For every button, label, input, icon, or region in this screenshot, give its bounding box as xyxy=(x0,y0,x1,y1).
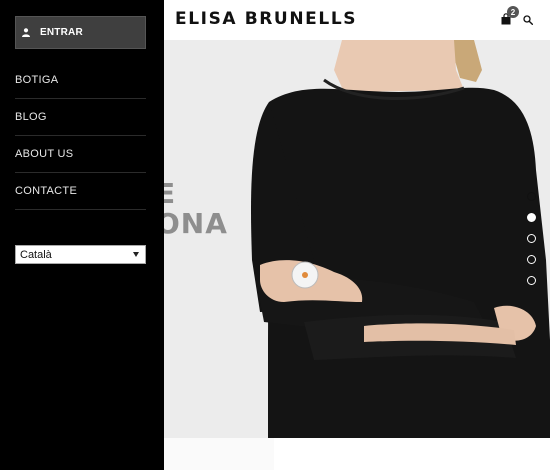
nav-item-blog[interactable]: BLOG xyxy=(15,99,146,136)
user-icon xyxy=(22,28,30,37)
hero-headline-line2: ONA xyxy=(164,207,228,240)
chevron-down-icon xyxy=(133,252,139,257)
slider-dot-1[interactable] xyxy=(527,192,536,201)
site-header: ELISA BRUNELLS 2 xyxy=(164,0,550,40)
slider-dot-5[interactable] xyxy=(527,276,536,285)
slider-dot-2[interactable] xyxy=(527,213,536,222)
main-nav: BOTIGA BLOG ABOUT US CONTACTE xyxy=(15,62,146,210)
language-select[interactable]: Català xyxy=(15,245,146,264)
content-band xyxy=(164,438,274,470)
hero-headline-line1: E xyxy=(164,177,177,210)
hero-headline: E ONA xyxy=(164,180,228,238)
cart-count-badge[interactable]: 2 xyxy=(507,6,519,18)
language-value: Català xyxy=(20,248,52,261)
below-hero-area xyxy=(164,438,550,470)
login-label: ENTRAR xyxy=(40,27,83,38)
nav-item-about-us[interactable]: ABOUT US xyxy=(15,136,146,173)
slider-dot-3[interactable] xyxy=(527,234,536,243)
search-icon[interactable] xyxy=(523,15,533,25)
nav-item-contacte[interactable]: CONTACTE xyxy=(15,173,146,210)
hero-slider: E ONA xyxy=(164,40,550,438)
slider-dot-4[interactable] xyxy=(527,255,536,264)
side-menu: ENTRAR BOTIGA BLOG ABOUT US CONTACTE Cat… xyxy=(0,0,164,470)
slider-pagination xyxy=(527,192,537,297)
site-logo[interactable]: ELISA BRUNELLS xyxy=(175,9,357,29)
nav-item-botiga[interactable]: BOTIGA xyxy=(15,62,146,99)
login-button[interactable]: ENTRAR xyxy=(15,16,146,49)
